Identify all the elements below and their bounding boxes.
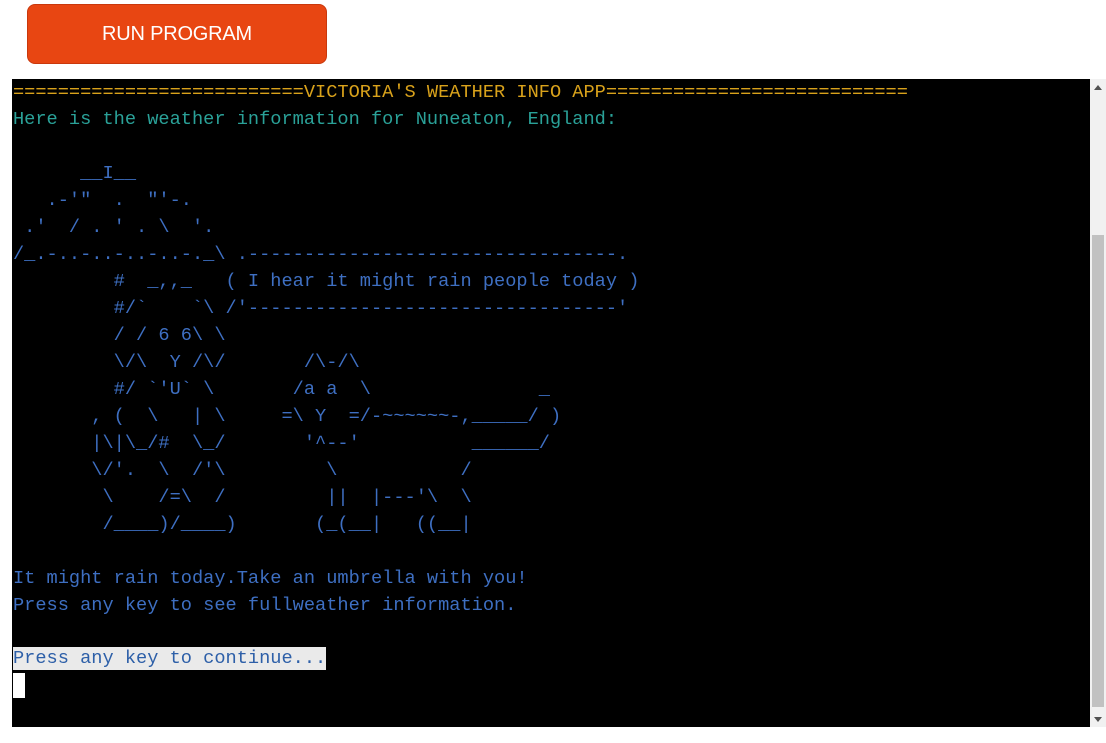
ascii-art-line: / / 6 6\ \ [13, 324, 226, 346]
ascii-art-line: .' / . ' . \ '. [13, 216, 215, 238]
instruction-line: Press any key to see fullweather informa… [13, 594, 517, 616]
app-title-line: ==========================VICTORIA'S WEA… [13, 81, 908, 103]
scrollbar-thumb[interactable] [1092, 235, 1104, 707]
ascii-art-line: #/` `\ /'-------------------------------… [13, 297, 629, 319]
ascii-art-line: /____)/____) (_(__| ((__| [13, 513, 472, 535]
ascii-art-line: |\|\_/# \_/ '^--' ______/ [13, 432, 550, 454]
ascii-art-line: \/'. \ /'\ \ / [13, 459, 472, 481]
location-line: Here is the weather information for Nune… [13, 108, 618, 130]
ascii-art-line: __I__ [13, 162, 137, 184]
ascii-art-line: .-'" . "'-. [13, 189, 192, 211]
terminal-screen[interactable]: ==========================VICTORIA'S WEA… [12, 79, 1090, 727]
text-cursor [13, 673, 25, 698]
ascii-art-line: , ( \ | \ =\ Y =/-~~~~~~-,_____/ ) [13, 405, 562, 427]
ascii-art-line: # _,,_ ( I hear it might rain people tod… [13, 270, 640, 292]
run-program-button[interactable]: RUN PROGRAM [27, 4, 327, 64]
scroll-down-button[interactable] [1090, 711, 1106, 727]
rain-message-line: It might rain today.Take an umbrella wit… [13, 567, 528, 589]
continue-prompt[interactable]: Press any key to continue... [13, 647, 327, 670]
ascii-art-line: \ /=\ / || |---'\ \ [13, 486, 472, 508]
scroll-up-button[interactable] [1090, 79, 1106, 95]
triangle-up-icon [1094, 84, 1102, 90]
ascii-art-line: \/\ Y /\/ /\-/\ [13, 351, 360, 373]
terminal-scrollbar[interactable] [1090, 79, 1106, 727]
ascii-art-line: /_.-..-..-..-..-._\ .-------------------… [13, 243, 629, 265]
ascii-art-line: #/ `'U` \ /a a \ _ [13, 378, 550, 400]
triangle-down-icon [1094, 716, 1102, 722]
